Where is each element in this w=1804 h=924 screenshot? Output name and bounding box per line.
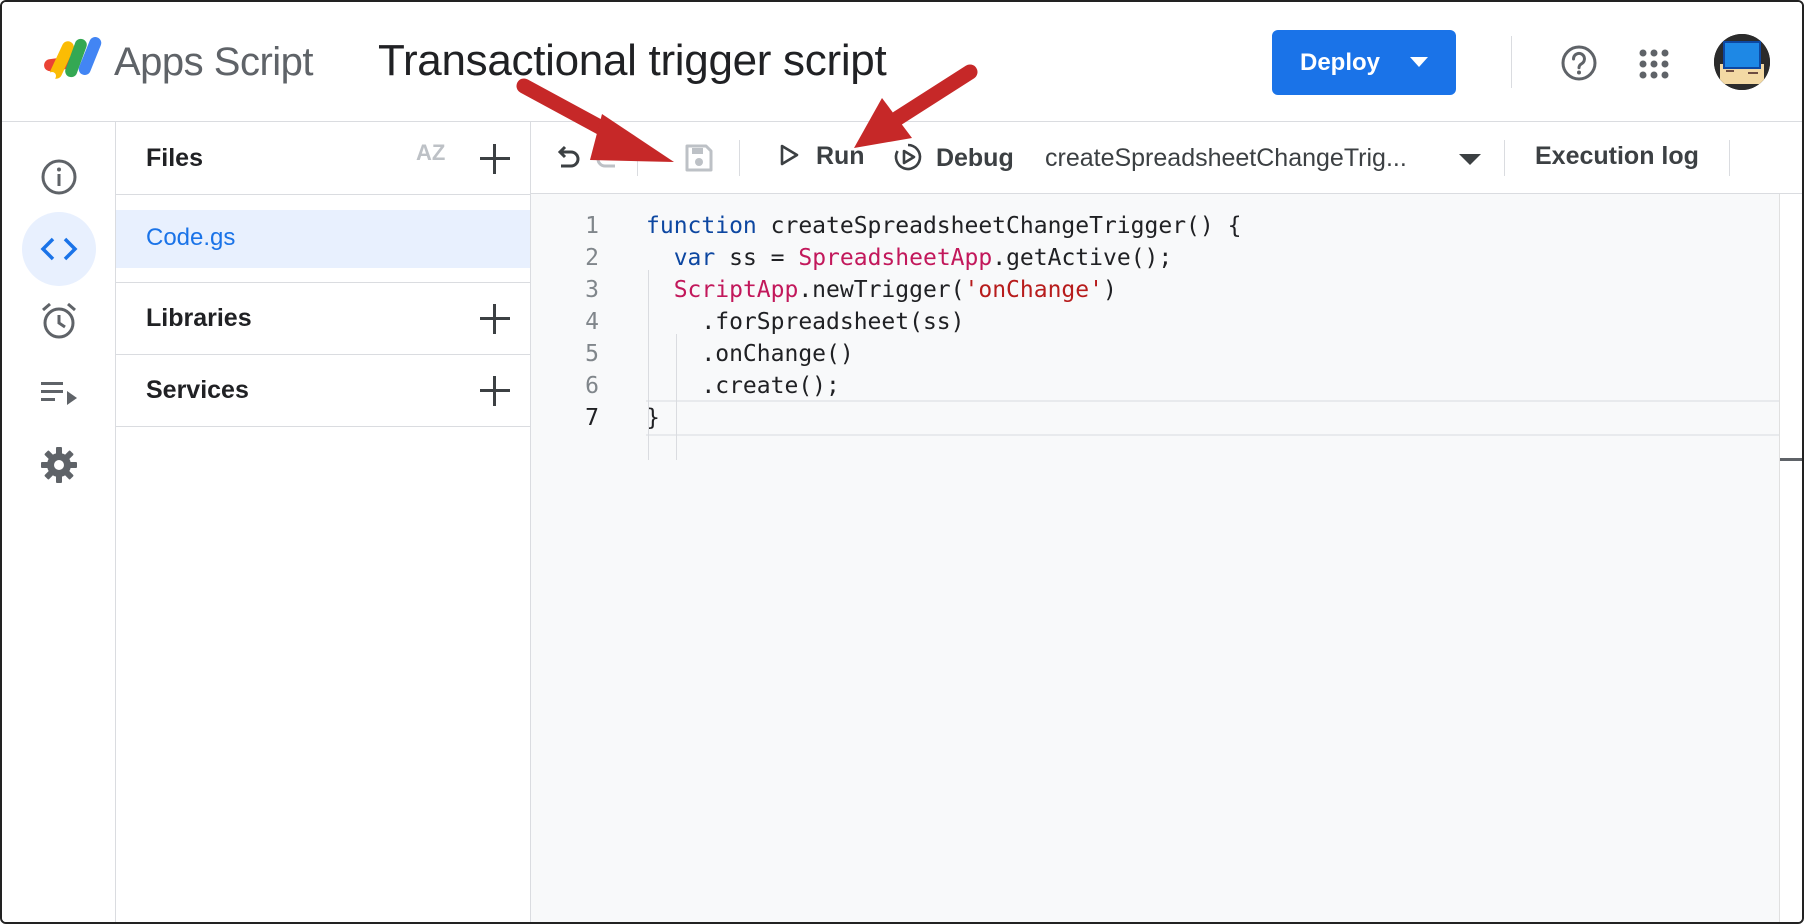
file-name: Code.gs bbox=[146, 224, 236, 251]
triggers-nav-item[interactable] bbox=[22, 284, 96, 358]
debug-button[interactable]: Debug bbox=[893, 142, 1014, 173]
code-token: function bbox=[646, 213, 757, 239]
toolbar-divider bbox=[1504, 140, 1505, 176]
execution-log-button[interactable]: Execution log bbox=[1535, 142, 1699, 171]
code-editor[interactable]: 1 function createSpreadsheetChangeTrigger… bbox=[531, 194, 1779, 922]
caret-down-icon bbox=[1410, 57, 1428, 67]
indent-guide bbox=[648, 270, 649, 460]
apps-script-logo-icon bbox=[44, 37, 102, 80]
code-text: .forSpreadsheet(ss) bbox=[646, 304, 965, 340]
alarm-icon bbox=[42, 302, 76, 339]
avatar[interactable] bbox=[1714, 34, 1770, 90]
executions-icon bbox=[41, 382, 77, 405]
add-library-plus-icon[interactable] bbox=[480, 304, 510, 334]
indent-guide bbox=[676, 334, 677, 460]
code-line: 7} bbox=[531, 400, 1779, 436]
code-icon bbox=[40, 237, 78, 261]
code-line: 2 var ss = SpreadsheetApp.getActive(); bbox=[531, 240, 1779, 276]
debug-label: Debug bbox=[935, 144, 1014, 172]
left-navigation-rail bbox=[2, 122, 116, 922]
code-token: .getActive(); bbox=[992, 245, 1173, 271]
line-number: 2 bbox=[585, 245, 599, 271]
app-window: Apps Script Transactional trigger script… bbox=[0, 0, 1804, 924]
code-token: .forSpreadsheet(ss) bbox=[646, 309, 965, 335]
code-text: var ss = SpreadsheetApp.getActive(); bbox=[646, 240, 1173, 276]
scroll-position-marker bbox=[1780, 458, 1802, 461]
code-token: var bbox=[673, 245, 716, 271]
code-token: createSpreadsheetChangeTrigger() { bbox=[756, 213, 1242, 239]
code-line: 5 .onChange() bbox=[531, 336, 1779, 372]
divider bbox=[116, 426, 531, 427]
code-token: .onChange() bbox=[646, 341, 854, 367]
code-text: .onChange() bbox=[646, 336, 854, 372]
execution-log-label: Execution log bbox=[1535, 142, 1699, 170]
line-number: 3 bbox=[585, 277, 599, 303]
services-heading: Services bbox=[146, 376, 249, 404]
info-icon bbox=[41, 159, 77, 195]
project-title[interactable]: Transactional trigger script bbox=[378, 36, 887, 86]
code-token: ss = bbox=[715, 245, 799, 271]
caret-down-icon[interactable] bbox=[1459, 154, 1481, 165]
executions-nav-item[interactable] bbox=[22, 356, 96, 430]
function-select[interactable]: createSpreadsheetChangeTrig... bbox=[1045, 144, 1407, 173]
apps-grid-icon[interactable] bbox=[1638, 48, 1670, 80]
line-number: 1 bbox=[585, 213, 599, 239]
code-token: ScriptApp bbox=[673, 277, 799, 303]
undo-icon[interactable] bbox=[551, 142, 583, 174]
code-token: ) bbox=[1102, 277, 1117, 303]
run-button[interactable]: Run bbox=[779, 142, 865, 171]
divider bbox=[116, 282, 531, 283]
code-line: 1 function createSpreadsheetChangeTrigger… bbox=[531, 208, 1779, 244]
add-service-plus-icon[interactable] bbox=[480, 376, 510, 406]
debug-icon bbox=[894, 143, 922, 171]
function-select-value: createSpreadsheetChangeTrig... bbox=[1045, 144, 1407, 172]
code-token: 'onChange' bbox=[964, 277, 1103, 303]
libraries-heading: Libraries bbox=[146, 304, 252, 332]
files-heading: Files bbox=[146, 144, 203, 172]
settings-icon bbox=[41, 447, 77, 483]
app-name: Apps Script bbox=[114, 40, 314, 84]
play-icon bbox=[780, 144, 799, 166]
code-line: 4 .forSpreadsheet(ss) bbox=[531, 304, 1779, 340]
code-token: .newTrigger( bbox=[798, 277, 965, 303]
deploy-label: Deploy bbox=[1300, 48, 1381, 76]
sort-az-icon: AZ bbox=[416, 140, 446, 165]
add-file-plus-icon[interactable] bbox=[480, 144, 510, 174]
line-number: 5 bbox=[585, 341, 599, 367]
redo-icon[interactable] bbox=[593, 142, 625, 174]
toolbar-divider bbox=[739, 140, 740, 176]
overview-nav-item[interactable] bbox=[22, 140, 96, 214]
settings-nav-item[interactable] bbox=[22, 428, 96, 502]
code-text: ScriptApp.newTrigger('onChange') bbox=[646, 272, 1117, 308]
code-line: 3 ScriptApp.newTrigger('onChange') bbox=[531, 272, 1779, 308]
files-panel: Files AZ Code.gs Libraries Services bbox=[116, 122, 531, 922]
header-divider bbox=[1511, 36, 1512, 88]
divider bbox=[116, 194, 531, 195]
save-icon[interactable] bbox=[683, 142, 715, 174]
run-label: Run bbox=[815, 142, 865, 170]
file-item-code-gs[interactable]: Code.gs bbox=[116, 210, 530, 268]
line-number: 7 bbox=[585, 405, 599, 431]
editor-toolbar: Run Debug createSpreadsheetChangeTrig...… bbox=[531, 122, 1802, 194]
editor-nav-item[interactable] bbox=[22, 212, 96, 286]
top-bar: Apps Script Transactional trigger script… bbox=[2, 2, 1802, 122]
toolbar-divider bbox=[1729, 140, 1730, 176]
code-text: function createSpreadsheetChangeTrigger(… bbox=[646, 208, 1241, 244]
code-line: 6 .create(); bbox=[531, 368, 1779, 404]
line-number: 4 bbox=[585, 309, 599, 335]
line-number: 6 bbox=[585, 373, 599, 399]
sort-files-button[interactable]: AZ bbox=[416, 140, 445, 166]
editor-scrollbar[interactable] bbox=[1779, 194, 1802, 922]
help-icon[interactable] bbox=[1560, 44, 1598, 82]
avatar-image-icon bbox=[1714, 34, 1770, 90]
toolbar-divider bbox=[637, 140, 638, 176]
divider bbox=[116, 354, 531, 355]
deploy-button[interactable]: Deploy bbox=[1272, 30, 1456, 95]
code-token: SpreadsheetApp bbox=[798, 245, 993, 271]
